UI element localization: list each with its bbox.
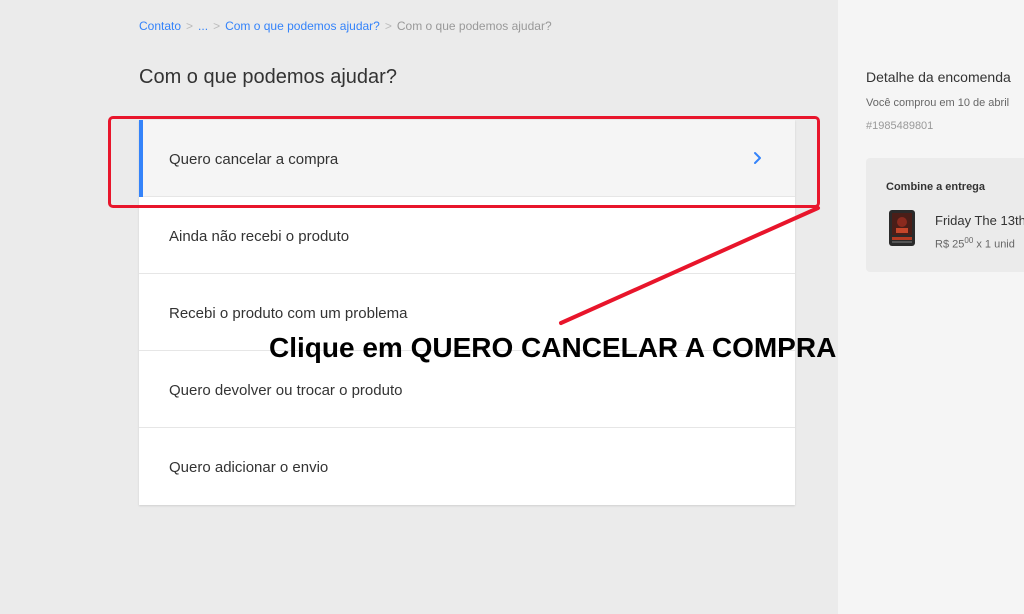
product-name: Friday The 13th xyxy=(935,213,1024,228)
breadcrumb-separator: > xyxy=(384,19,392,33)
price-cents: 00 xyxy=(964,236,974,245)
annotation-instruction: Clique em QUERO CANCELAR A COMPRA xyxy=(269,332,837,363)
breadcrumb-separator: > xyxy=(186,19,194,33)
product-price: R$ 2500 x 1 unid xyxy=(935,236,1015,251)
option-not-received[interactable]: Ainda não recebi o produto xyxy=(139,197,795,274)
order-number: #1985489801 xyxy=(866,120,934,132)
option-label: Quero adicionar o envio xyxy=(169,459,329,476)
breadcrumb-help-link[interactable]: Com o que podemos ajudar? xyxy=(225,19,380,33)
breadcrumb-contato[interactable]: Contato xyxy=(139,19,181,33)
delivery-title: Combine a entrega xyxy=(886,181,986,193)
breadcrumb: Contato >... > Com o que podemos ajudar? > Co… xyxy=(139,19,552,33)
product-image-icon xyxy=(889,210,915,246)
option-add-shipping[interactable]: Quero adicionar o envio xyxy=(139,428,795,505)
option-label: Ainda não recebi o produto xyxy=(169,228,350,245)
delivery-card[interactable]: Combine a entrega Friday The 13th R$ 250… xyxy=(866,158,1024,272)
option-label: Quero devolver ou trocar o produto xyxy=(169,382,403,399)
breadcrumb-separator: > xyxy=(213,19,221,33)
breadcrumb-ellipsis[interactable]: ... xyxy=(198,19,208,33)
price-currency: R$ xyxy=(935,238,950,251)
price-main: 25 xyxy=(952,238,965,251)
order-detail-title: Detalhe da encomenda xyxy=(866,69,1011,85)
product-quantity: x 1 unid xyxy=(976,238,1015,251)
order-purchase-date: Você comprou em 10 de abril xyxy=(866,97,1010,109)
page-title: Com o que podemos ajudar? xyxy=(139,66,397,88)
order-detail-panel xyxy=(838,0,1024,614)
option-label: Recebi o produto com um problema xyxy=(169,305,408,322)
product-thumbnail xyxy=(889,210,915,246)
breadcrumb-current: Com o que podemos ajudar? xyxy=(396,19,552,33)
annotation-highlight-box xyxy=(108,116,820,208)
main-content: Contato >... > Com o que podemos ajudar? > Co… xyxy=(0,0,838,614)
